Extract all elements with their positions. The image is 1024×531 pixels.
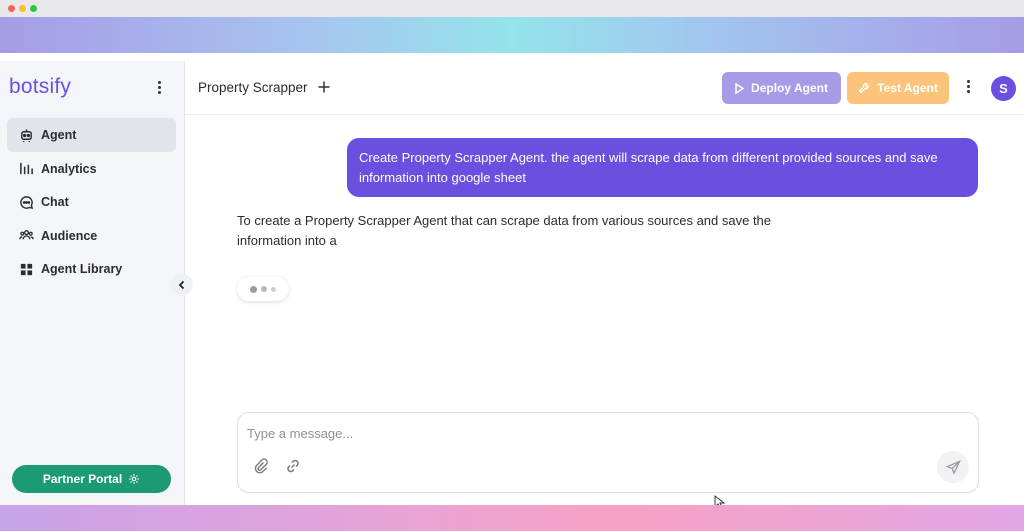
more-options-icon[interactable]: [967, 80, 971, 95]
chat-bubble-icon: [18, 194, 34, 210]
gear-icon: [129, 474, 140, 484]
users-icon: [18, 228, 34, 244]
sidebar-item-label: Analytics: [41, 161, 97, 176]
sidebar-item-label: Agent: [41, 128, 77, 142]
send-icon: [945, 459, 961, 475]
sidebar-item-label: Chat: [41, 195, 69, 209]
sidebar: botsify Agent Analytics Chat Audience Ag…: [0, 61, 185, 505]
bottom-decorative-banner: [0, 505, 1024, 531]
partner-portal-button[interactable]: Partner Portal: [12, 465, 171, 493]
avatar[interactable]: S: [991, 76, 1016, 101]
sidebar-item-label: Audience: [41, 228, 98, 243]
sidebar-item-analytics[interactable]: Analytics: [7, 152, 176, 186]
sidebar-item-label: Agent Library: [41, 262, 123, 276]
deploy-agent-label: Deploy Agent: [751, 81, 828, 95]
add-tab-plus-icon[interactable]: [318, 81, 330, 93]
deploy-agent-button[interactable]: Deploy Agent: [722, 72, 841, 104]
test-agent-label: Test Agent: [877, 81, 938, 95]
link-icon[interactable]: [285, 458, 301, 474]
logo: botsify: [9, 75, 72, 98]
user-message-bubble: Create Property Scrapper Agent. the agen…: [347, 138, 978, 197]
app-window: botsify Agent Analytics Chat Audience Ag…: [0, 61, 1024, 509]
sidebar-menu-icon[interactable]: [158, 81, 162, 96]
sidebar-item-audience[interactable]: Audience: [7, 219, 176, 253]
partner-portal-label: Partner Portal: [42, 472, 123, 486]
message-input[interactable]: [247, 423, 947, 443]
sidebar-nav: Agent Analytics Chat Audience Agent Libr…: [7, 118, 176, 286]
sidebar-item-agent[interactable]: Agent: [7, 118, 176, 152]
message-composer: [237, 412, 979, 493]
test-agent-button[interactable]: Test Agent: [847, 72, 949, 104]
maximize-window-icon[interactable]: [30, 5, 37, 12]
send-button[interactable]: [937, 451, 969, 483]
sidebar-item-chat[interactable]: Chat: [7, 185, 176, 219]
collapse-sidebar-button[interactable]: [171, 274, 193, 296]
chat-header: Property Scrapper Deploy Agent Test Agen…: [185, 61, 1024, 115]
bot-message: To create a Property Scrapper Agent that…: [237, 213, 772, 248]
top-decorative-banner: [0, 17, 1024, 53]
grid-icon: [18, 261, 34, 277]
chevron-left-icon: [178, 280, 185, 290]
bar-chart-icon: [18, 161, 34, 177]
sidebar-item-agent-library[interactable]: Agent Library: [7, 252, 176, 286]
minimize-window-icon[interactable]: [19, 5, 26, 12]
wrench-icon: [858, 82, 870, 94]
robot-icon: [18, 127, 34, 143]
paperclip-icon[interactable]: [253, 458, 269, 474]
close-window-icon[interactable]: [8, 5, 15, 12]
play-icon: [735, 82, 745, 94]
typing-indicator: [237, 277, 289, 301]
window-titlebar: [0, 0, 1024, 17]
agent-name-title: Property Scrapper: [198, 80, 308, 95]
